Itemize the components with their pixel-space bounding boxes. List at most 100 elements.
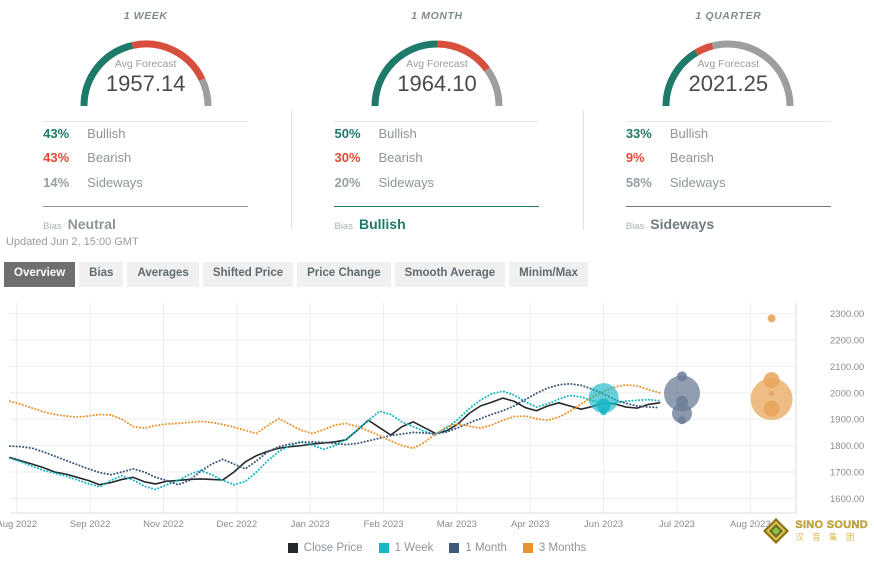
sentiment-rows: 33% Bullish 9% Bearish 58% Sideways: [626, 126, 831, 200]
gauge-card-title: 1 MONTH: [411, 10, 463, 22]
sentiment-rows: 50% Bullish 30% Bearish 20% Sideways: [334, 126, 539, 200]
sentiment-row-bearish: 43% Bearish: [43, 150, 248, 175]
legend-swatch-icon: [287, 543, 298, 553]
gauge-card-title: 1 WEEK: [123, 10, 168, 22]
chart-xtick-label: Nov 2022: [143, 519, 184, 530]
chart-xtick-label: Jan 2023: [291, 519, 330, 530]
chart-ytick-label: 2000.00: [830, 388, 864, 399]
gauge-avg-forecast-value: 1957.14: [105, 71, 186, 96]
sentiment-row-sideways: 14% Sideways: [43, 175, 248, 200]
watermark: SINO SOUND 汉 音 集 团: [761, 516, 868, 546]
bias-value: Sideways: [650, 216, 715, 232]
sentiment-pct-sideways: 14%: [43, 174, 70, 190]
bias-value: Bullish: [358, 216, 406, 232]
forecast-bubble[interactable]: [763, 400, 780, 417]
sentiment-row-bearish: 30% Bearish: [334, 150, 539, 175]
bias-line: Bias Sideways: [626, 216, 831, 232]
sentiment-label-sideways: Sideways: [87, 174, 143, 190]
sentiment-row-bullish: 43% Bullish: [43, 126, 248, 151]
forecast-bubble[interactable]: [678, 415, 686, 424]
chart-ytick-label: 2100.00: [830, 361, 864, 372]
legend-label: 3 Months: [538, 542, 587, 554]
bias-value: Neutral: [67, 216, 116, 232]
legend-item-1-month[interactable]: 1 Month: [449, 542, 507, 554]
legend-item-close-price[interactable]: Close Price: [287, 542, 363, 554]
sentiment-row-sideways: 20% Sideways: [334, 175, 539, 200]
chart-xtick-label: Feb 2023: [363, 519, 403, 530]
legend-item-1-week[interactable]: 1 Week: [378, 542, 434, 554]
bias-word: Bias: [43, 221, 62, 232]
gauge: Avg Forecast 1964.10: [362, 28, 512, 108]
chart-legend: Close Price 1 Week 1 Month 3 Months: [0, 542, 874, 554]
sentiment-pct-sideways: 20%: [334, 174, 361, 190]
forecast-bubble[interactable]: [767, 313, 776, 322]
chart-ytick-label: 2300.00: [830, 309, 864, 320]
chart-ytick-label: 1800.00: [830, 441, 864, 452]
card-divider: [625, 121, 831, 122]
sentiment-label-bearish: Bearish: [669, 150, 714, 165]
legend-swatch-icon: [378, 543, 389, 553]
legend-swatch-icon: [449, 543, 460, 553]
tab-smooth-average[interactable]: Smooth Average: [394, 262, 506, 287]
gauge-card-2: 1 MONTH Avg Forecast 1964.10 50% Bullish 30% B…: [291, 10, 582, 232]
bias-line: Bias Bullish: [334, 216, 539, 232]
chart-xtick-label: Jun 2023: [584, 519, 623, 530]
chart-ytick-label: 1700.00: [830, 467, 864, 478]
sentiment-pct-bearish: 30%: [334, 150, 361, 165]
sentiment-label-bullish: Bullish: [87, 125, 126, 141]
bias-divider: [625, 206, 831, 207]
chart-xtick-label: Mar 2023: [437, 519, 477, 530]
bias-divider: [43, 206, 249, 207]
gauge-cards-row: 1 WEEK Avg Forecast 1957.14 43% Bullish 43% Be…: [0, 0, 874, 232]
tab-price-change[interactable]: Price Change: [297, 262, 391, 287]
gauge: Avg Forecast 2021.25: [653, 28, 803, 108]
chart-xtick-label: Sep 2022: [70, 519, 111, 530]
bias-word: Bias: [625, 221, 645, 232]
gauge-avg-forecast-value: 2021.25: [688, 71, 769, 96]
card-divider: [334, 121, 540, 122]
sentiment-row-bullish: 33% Bullish: [626, 126, 831, 151]
forecast-dashboard: 1 WEEK Avg Forecast 1957.14 43% Bullish 43% Be…: [0, 0, 874, 566]
legend-label: 1 Month: [465, 542, 507, 554]
gauge-avg-forecast-label: Avg Forecast: [114, 58, 177, 70]
sentiment-pct-bullish: 50%: [334, 125, 361, 141]
bias-line: Bias Neutral: [43, 216, 248, 232]
tab-overview[interactable]: Overview: [4, 262, 76, 287]
tab-averages[interactable]: Averages: [127, 262, 199, 287]
gauge-avg-forecast-label: Avg Forecast: [406, 58, 468, 70]
sentiment-label-bullish: Bullish: [669, 125, 709, 141]
watermark-en: SINO SOUND: [795, 519, 868, 532]
gauge-segment-bearish: [694, 42, 714, 56]
tab-shifted-price[interactable]: Shifted Price: [202, 262, 294, 287]
gauge-card-1: 1 WEEK Avg Forecast 1957.14 43% Bullish 43% Be…: [0, 10, 291, 232]
bias-divider: [334, 206, 540, 207]
sentiment-label-sideways: Sideways: [378, 174, 435, 190]
gauge-avg-forecast-value: 1964.10: [397, 71, 477, 96]
sentiment-pct-bullish: 43%: [43, 125, 70, 141]
sentiment-row-sideways: 58% Sideways: [626, 175, 831, 200]
card-divider: [43, 121, 249, 122]
updated-timestamp: Updated Jun 2, 15:00 GMT: [6, 236, 139, 248]
tab-minim-max[interactable]: Minim/Max: [509, 262, 588, 287]
legend-swatch-icon: [522, 543, 533, 553]
bias-word: Bias: [334, 221, 353, 232]
sentiment-row-bullish: 50% Bullish: [334, 126, 539, 151]
tab-bias[interactable]: Bias: [79, 262, 124, 287]
gauge-card-title: 1 QUARTER: [695, 10, 762, 22]
diamond-logo-icon: [763, 518, 790, 544]
sentiment-pct-bullish: 33%: [625, 125, 652, 141]
chart-series-3-months: [9, 383, 661, 449]
sentiment-label-bearish: Bearish: [87, 150, 132, 165]
chart-xtick-label: Dec 2022: [216, 519, 257, 530]
gauge: Avg Forecast 1957.14: [71, 28, 221, 108]
chart-ytick-label: 1600.00: [830, 493, 864, 504]
sentiment-row-bearish: 9% Bearish: [626, 150, 831, 175]
legend-item-3-months[interactable]: 3 Months: [522, 542, 587, 554]
gauge-avg-forecast-label: Avg Forecast: [697, 58, 760, 70]
watermark-cn: 汉 音 集 团: [795, 532, 858, 543]
chart-xtick-label: Jul 2023: [659, 519, 695, 530]
forecast-chart[interactable]: 2300.00 2200.00 2100.00 2000.00 1900.00 1800.…: [0, 297, 874, 537]
forecast-bubble[interactable]: [600, 407, 608, 415]
legend-label: 1 Week: [394, 542, 434, 554]
sentiment-label-sideways: Sideways: [669, 174, 726, 190]
